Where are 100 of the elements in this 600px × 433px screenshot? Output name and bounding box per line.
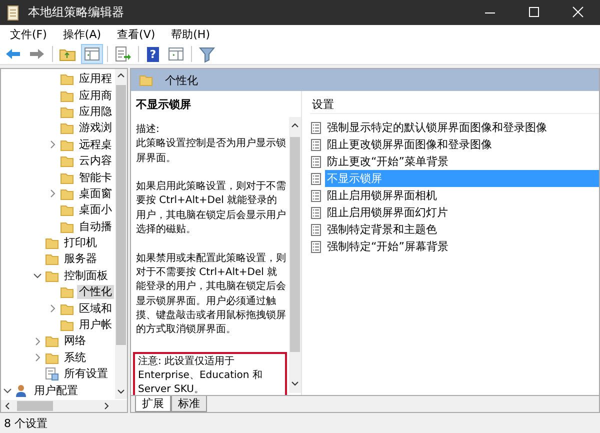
folder-icon	[60, 203, 74, 218]
console-tree-icon[interactable]	[81, 44, 103, 64]
menu-item[interactable]: 查看(V)	[111, 26, 162, 43]
menu-item[interactable]: 文件(F)	[4, 26, 53, 43]
folder-icon	[60, 121, 74, 136]
setting-page-icon	[310, 138, 322, 152]
chevron-down-icon[interactable]	[3, 386, 12, 396]
tree-item[interactable]: 应用程	[1, 71, 114, 88]
setting-item[interactable]: 强制显示特定的默认锁屏界面图像和登录图像	[325, 119, 599, 136]
tree-item[interactable]: 所有设置	[1, 366, 110, 382]
tree-item[interactable]: 控制面板	[1, 268, 110, 284]
chevron-right-icon[interactable]	[48, 189, 57, 198]
tree-item[interactable]: 服务器	[1, 251, 99, 268]
setting-page-icon	[310, 172, 322, 186]
tree-item-label[interactable]: 用户配置	[32, 384, 80, 398]
tree-item[interactable]: 应用隐	[1, 104, 114, 120]
tree-item[interactable]: 智能卡	[1, 169, 114, 186]
folder-icon	[60, 285, 74, 300]
tree-item-label[interactable]: 用户帐	[77, 318, 114, 332]
tree-item[interactable]: 区域和	[1, 300, 114, 317]
tree-item-label[interactable]: 应用程	[77, 72, 114, 86]
tree-item[interactable]: 网络	[1, 333, 88, 350]
tree-item[interactable]: 用户配置	[1, 382, 80, 399]
tree-item[interactable]: 个性化	[1, 284, 114, 300]
tree-item-label[interactable]: 自动播	[77, 220, 114, 234]
chevron-right-icon[interactable]	[48, 304, 57, 314]
folder-icon	[60, 220, 74, 234]
description-text: 如果禁用或未配置此策略设置，则对于不需要按 Ctrl+Alt+Del 就能登录的用户，其电脑在锁定后会显示锁屏界面。用户必须通过触摸、键盘敲击或者用鼠标拖拽锁屏的方式取消锁屏界面。	[136, 252, 287, 338]
setting-item[interactable]: 防止更改“开始”菜单背景	[325, 153, 599, 170]
folder-icon	[60, 318, 74, 332]
chevron-down-icon[interactable]	[33, 271, 42, 280]
folder-icon	[45, 350, 59, 365]
window-title: 本地组策略编辑器	[28, 4, 124, 21]
chevron-right-icon[interactable]	[48, 140, 57, 150]
user-icon	[15, 384, 29, 398]
tree-item-label[interactable]: 系统	[62, 350, 88, 365]
setting-item[interactable]: 阻止启用锁屏界面相机	[325, 187, 599, 204]
setting-item[interactable]: 强制特定背景和主题色	[325, 221, 599, 238]
folder-icon	[60, 302, 74, 316]
setting-page-icon	[310, 120, 322, 134]
tree-item-label[interactable]: 控制面板	[62, 268, 110, 283]
tree-item[interactable]: 系统	[1, 350, 88, 366]
tree-item[interactable]: 应用商	[1, 87, 114, 104]
setting-item[interactable]: 强制特定“开始”屏幕背景	[325, 238, 599, 255]
tree-item-label[interactable]: 远程桌	[77, 138, 114, 152]
menu-item[interactable]: 帮助(H)	[165, 26, 216, 43]
vertical-scrollbar[interactable]	[289, 117, 301, 393]
folder-icon	[45, 252, 59, 266]
tree-item-label[interactable]: 个性化	[77, 285, 114, 300]
folder-icon	[60, 170, 74, 185]
tree-item[interactable]: 打印机	[1, 234, 99, 252]
tab[interactable]: 标准	[171, 396, 207, 412]
tree-item[interactable]: 用户帐	[1, 316, 114, 334]
tree-item[interactable]: 游戏浏	[1, 120, 114, 137]
setting-page-icon	[310, 154, 322, 168]
tree-item-label[interactable]: 应用商	[77, 88, 114, 103]
tree-item-label[interactable]: 所有设置	[62, 367, 110, 382]
help-button[interactable]: ?	[147, 46, 159, 62]
folder-icon	[60, 72, 74, 86]
setting-page-icon	[310, 240, 322, 254]
column-header[interactable]: 设置	[310, 95, 599, 114]
tree-item-label[interactable]: 应用隐	[77, 104, 114, 119]
tree-item-label[interactable]: 桌面窗	[77, 186, 114, 201]
chevron-right-icon[interactable]	[33, 353, 42, 362]
settings-page-icon	[45, 367, 59, 382]
tree-item-label[interactable]: 区域和	[77, 302, 114, 316]
tree-item-label[interactable]: 网络	[62, 334, 88, 348]
tree-item[interactable]: 桌面窗	[1, 186, 114, 202]
tree-item[interactable]: 远程桌	[1, 136, 114, 153]
folder-icon	[60, 104, 74, 119]
tree-item-label[interactable]: 云内容	[77, 154, 114, 168]
horizontal-scrollbar[interactable]	[1, 400, 127, 412]
tree-item-label[interactable]: 游戏浏	[77, 121, 114, 136]
status-text: 8 个设置	[4, 416, 48, 430]
folder-icon	[139, 73, 153, 87]
description-text: 此策略设置控制是否为用户显示锁屏界面。	[136, 137, 287, 166]
folder-icon	[45, 334, 59, 348]
tree-item[interactable]: 自动播	[1, 218, 114, 235]
setting-page-icon	[310, 222, 322, 236]
folder-icon	[60, 186, 74, 201]
description-text: 如果启用此策略设置，则对于不需要按 Ctrl+Alt+Del 就能登录的用户，其电脑在锁定后会显示用户选择的磁贴。	[136, 180, 287, 238]
setting-item[interactable]: 阻止启用锁屏界面幻灯片	[325, 204, 599, 221]
tree-item-label[interactable]: 服务器	[62, 252, 99, 266]
vertical-scrollbar[interactable]	[115, 69, 127, 399]
folder-icon	[60, 138, 74, 152]
folder-icon	[60, 88, 74, 103]
setting-title: 不显示锁屏	[135, 97, 192, 113]
header-title: 个性化	[165, 72, 198, 88]
chevron-right-icon[interactable]	[33, 336, 42, 346]
tree-item-label[interactable]: 打印机	[62, 236, 99, 250]
tree-item[interactable]: 云内容	[1, 152, 114, 170]
tree-item-label[interactable]: 智能卡	[77, 170, 114, 185]
tab[interactable]: 扩展	[135, 396, 171, 412]
tree-item[interactable]: 桌面小	[1, 202, 114, 219]
folder-icon	[60, 154, 74, 168]
setting-page-icon	[310, 188, 322, 202]
description-label: 描述:	[136, 123, 160, 137]
tree-item-label[interactable]: 桌面小	[77, 203, 114, 218]
setting-item[interactable]: 阻止更改锁屏界面图像和登录图像	[325, 136, 599, 153]
menu-item[interactable]: 操作(A)	[56, 26, 108, 43]
